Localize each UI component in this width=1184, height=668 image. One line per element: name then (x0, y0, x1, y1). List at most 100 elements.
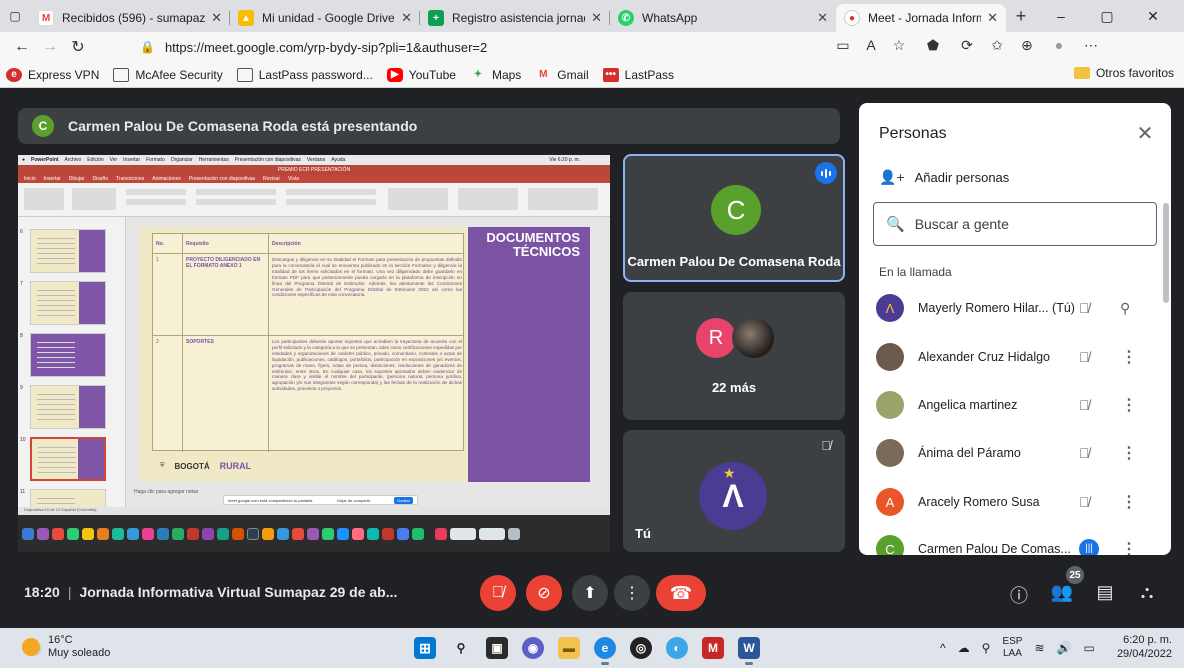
people-search-box[interactable]: 🔍 (873, 202, 1157, 246)
participant-tile-overflow[interactable]: R 22 más (623, 292, 845, 420)
pin-icon[interactable]: ⚲ (1120, 300, 1130, 317)
word-icon[interactable]: W (738, 637, 760, 665)
people-icon[interactable]: 👥 (1050, 582, 1074, 603)
new-tab-button[interactable]: + (1006, 0, 1036, 32)
close-icon[interactable]: ✕ (1133, 121, 1157, 146)
profile-avatar-icon[interactable]: ● (1048, 37, 1070, 53)
onedrive-icon[interactable]: ☁ (958, 641, 970, 655)
close-tab-icon[interactable]: ✕ (591, 10, 602, 26)
more-options-icon[interactable]: ⋮ (1121, 443, 1137, 463)
tab-whatsapp[interactable]: ✆ WhatsApp ✕ (610, 4, 836, 32)
slide-thumbnail[interactable] (30, 333, 106, 377)
more-options-icon[interactable]: ⋮ (1121, 395, 1137, 415)
dock-app-icon (82, 527, 94, 540)
collections-icon[interactable]: ⊕ (1016, 37, 1038, 54)
minimize-button[interactable]: – (1038, 0, 1084, 32)
chrome-icon[interactable]: ◐ (666, 637, 688, 659)
panel-scrollbar[interactable] (1163, 203, 1169, 303)
slide-thumbnail-selected[interactable] (30, 437, 106, 481)
hide-notice-button[interactable]: Ocultar (394, 496, 413, 504)
participant-tile-presenter[interactable]: C Carmen Palou De Comasena Roda (623, 154, 845, 282)
chat-icon[interactable]: ▤ (1093, 582, 1117, 603)
more-options-button[interactable]: ⋮ (614, 575, 650, 611)
tab-meet[interactable]: ● Meet - Jornada Informati ✕ (836, 4, 1006, 32)
close-tab-icon[interactable]: ✕ (987, 10, 998, 26)
task-view-icon[interactable]: ▣ (486, 637, 508, 659)
url-field[interactable]: 🔒 https://meet.google.com/yrp-bydy-sip?p… (140, 35, 820, 59)
bookmark-lastpass-password[interactable]: LastPass password... (236, 67, 373, 82)
participant-row[interactable]: C Carmen Palou De Comas... ||| ⋮ (859, 525, 1159, 555)
close-window-button[interactable]: ✕ (1130, 0, 1176, 32)
close-tab-icon[interactable]: ✕ (817, 10, 828, 26)
activities-icon[interactable]: ⛬ (1135, 582, 1159, 603)
tab-gmail[interactable]: M Recibidos (596) - sumapaz@ ✕ (30, 4, 230, 32)
bookmark-mcafee[interactable]: McAfee Security (113, 67, 223, 82)
file-explorer-icon[interactable]: ▬ (558, 637, 580, 659)
slide-thumbnail[interactable] (30, 281, 106, 325)
menu-item: Ver (109, 157, 118, 163)
show-hidden-icons-icon[interactable]: ^ (940, 641, 946, 655)
camera-toggle-button[interactable]: ⊘ (526, 575, 562, 611)
bookmark-gmail[interactable]: M Gmail (535, 68, 589, 82)
slide-thumbnail[interactable] (30, 385, 106, 429)
slide-thumbnail[interactable] (30, 229, 106, 273)
leave-call-button[interactable]: ☎ (656, 575, 706, 611)
language-indicator[interactable]: ESP LAA (1002, 636, 1022, 660)
tab-google-drive[interactable]: ▲ Mi unidad - Google Drive ✕ (230, 4, 420, 32)
participant-row[interactable]: Angelica martinez 🎙̸ ⋮ (859, 381, 1159, 429)
close-tab-icon[interactable]: ✕ (401, 10, 412, 26)
bookmark-maps[interactable]: ✦ Maps (470, 68, 522, 82)
more-options-icon[interactable]: ⋮ (1121, 347, 1137, 367)
extensions-puzzle-icon[interactable]: ⟳ (956, 37, 978, 54)
participant-tile-self[interactable]: 🎙̸ ★ Λ Tú (623, 430, 845, 552)
bookmark-youtube[interactable]: ▶ YouTube (386, 67, 456, 82)
volume-icon[interactable]: 🔊 (1057, 641, 1072, 655)
slide-thumbnail[interactable] (30, 489, 106, 509)
close-tab-icon[interactable]: ✕ (211, 10, 222, 26)
back-button[interactable]: ← (8, 33, 36, 61)
mic-off-icon: 🎙̸ (1079, 397, 1090, 413)
picture-in-picture-icon[interactable]: ▭ (832, 37, 854, 54)
add-favorite-icon[interactable]: ☆ (888, 37, 910, 54)
bookmark-express-vpn[interactable]: e Express VPN (6, 67, 99, 82)
mic-toggle-button[interactable]: 🎙̸ (480, 575, 516, 611)
obs-icon[interactable]: ◎ (630, 637, 652, 659)
wifi-icon[interactable]: ≋ (1034, 641, 1044, 655)
search-icon[interactable]: ⚲ (450, 637, 472, 659)
bookmark-lastpass[interactable]: ••• LastPass (602, 67, 674, 82)
add-people-button[interactable]: 👤+ Añadir personas (879, 169, 1009, 186)
participant-row[interactable]: Ánima del Páramo 🎙̸ ⋮ (859, 429, 1159, 477)
participant-row[interactable]: Alexander Cruz Hidalgo 🎙̸ ⋮ (859, 333, 1159, 381)
present-screen-button[interactable]: ⬆ (572, 575, 608, 611)
maximize-button[interactable]: ▢ (1084, 0, 1130, 32)
ribbon-group (126, 199, 186, 205)
stop-sharing-button[interactable]: Dejar de compartir (337, 498, 370, 503)
other-favorites-folder[interactable]: Otros favoritos (1073, 66, 1174, 80)
shared-screen[interactable]: ● PowerPoint Archivo Edición Ver Inserta… (18, 155, 610, 552)
favorites-icon[interactable]: ✩ (986, 37, 1008, 54)
thumb-number: 8 (20, 333, 23, 339)
speaking-indicator-icon (815, 162, 837, 184)
battery-icon[interactable]: ▭ (1083, 641, 1094, 655)
tab-forms[interactable]: + Registro asistencia jornada de ✕ (420, 4, 610, 32)
extension-icon[interactable]: ⬟ (922, 37, 944, 54)
start-menu-icon[interactable]: ⊞ (414, 637, 436, 659)
teams-chat-icon[interactable]: ◉ (522, 637, 544, 659)
forward-button[interactable]: → (36, 33, 64, 61)
more-options-icon[interactable]: ⋮ (1121, 492, 1137, 512)
mcafee-icon[interactable]: M (702, 637, 724, 659)
more-options-icon[interactable]: ⋮ (1121, 539, 1137, 555)
edge-browser-icon[interactable]: e (594, 637, 616, 665)
location-icon[interactable]: ⚲ (982, 641, 991, 655)
more-menu-icon[interactable]: ⋯ (1080, 37, 1102, 54)
reload-button[interactable]: ↻ (64, 33, 92, 61)
participant-row[interactable]: A Aracely Romero Susa 🎙̸ ⋮ (859, 478, 1159, 526)
participant-row[interactable]: Λ Mayerly Romero Hilar... (Tú) 🎙̸ ⚲ (859, 284, 1159, 332)
menu-item: PowerPoint (31, 157, 59, 163)
read-aloud-icon[interactable]: A (860, 37, 882, 53)
tab-actions-icon[interactable]: ▢ (0, 0, 30, 32)
weather-widget[interactable]: 16°C Muy soleado (22, 634, 110, 660)
system-clock[interactable]: 6:20 p. m. 29/04/2022 (1117, 633, 1172, 661)
meeting-details-icon[interactable]: ⓘ (1007, 582, 1031, 608)
people-search-input[interactable] (914, 216, 1135, 232)
